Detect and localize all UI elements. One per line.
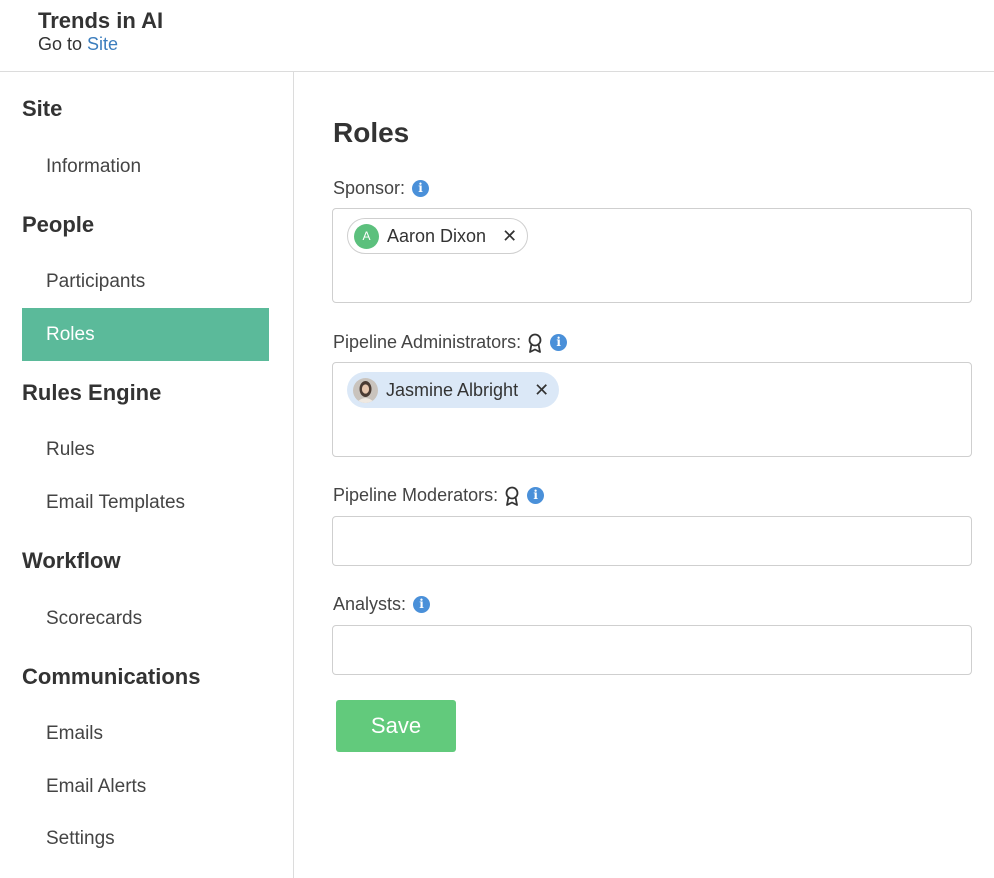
go-to-label: Go to: [38, 34, 83, 54]
sidebar-section-workflow: Workflow: [22, 548, 121, 573]
sidebar: Site Information People Participants Rol…: [0, 72, 294, 878]
ribbon-icon: [528, 333, 542, 353]
page-title: Roles: [333, 117, 410, 148]
sidebar-item-roles[interactable]: Roles: [22, 308, 269, 361]
ribbon-icon: [505, 486, 519, 506]
sidebar-item-emails[interactable]: Emails: [22, 707, 269, 760]
sidebar-item-participants[interactable]: Participants: [22, 255, 269, 308]
info-icon[interactable]: i: [527, 487, 545, 504]
info-icon[interactable]: i: [413, 596, 431, 613]
sidebar-item-rules[interactable]: Rules: [22, 423, 269, 476]
pipeline-admin-chip: Jasmine Albright ✕: [347, 372, 560, 408]
pipeline-admins-label-text: Pipeline Administrators:: [333, 332, 522, 352]
sponsor-label-text: Sponsor:: [333, 178, 406, 198]
sidebar-section-site: Site: [22, 96, 63, 121]
sponsor-field[interactable]: A Aaron Dixon ✕: [332, 208, 972, 303]
avatar: A: [354, 223, 379, 249]
chip-name: Aaron Dixon: [387, 225, 487, 246]
pipeline-moderators-label: Pipeline Moderators: i: [333, 485, 545, 506]
analysts-label: Analysts: i: [333, 594, 431, 615]
site-title: Trends in AI: [38, 8, 164, 33]
sidebar-item-email-templates[interactable]: Email Templates: [22, 476, 269, 529]
sponsor-chip: A Aaron Dixon ✕: [347, 218, 529, 254]
close-icon[interactable]: ✕: [534, 380, 549, 401]
go-to-site: Go to Site: [38, 34, 118, 55]
sidebar-item-settings[interactable]: Settings: [22, 812, 269, 865]
avatar: [353, 377, 378, 403]
pipeline-admins-label: Pipeline Administrators: i: [333, 332, 568, 353]
chip-name: Jasmine Albright: [386, 379, 519, 400]
main-content: Roles Sponsor: i A Aaron Dixon ✕ Pipelin…: [294, 72, 994, 878]
pipeline-moderators-field[interactable]: [332, 516, 972, 566]
site-link[interactable]: Site: [87, 34, 118, 54]
info-icon[interactable]: i: [412, 180, 430, 197]
sponsor-label: Sponsor: i: [333, 178, 430, 199]
analysts-label-text: Analysts:: [333, 594, 407, 614]
app-header: Trends in AI Go to Site: [0, 0, 994, 72]
analysts-field[interactable]: [332, 625, 972, 675]
sidebar-item-scorecards[interactable]: Scorecards: [22, 592, 269, 645]
info-icon[interactable]: i: [550, 334, 568, 351]
close-icon[interactable]: ✕: [502, 226, 517, 247]
sidebar-section-communications: Communications: [22, 664, 201, 689]
sidebar-item-email-alerts[interactable]: Email Alerts: [22, 760, 269, 813]
sidebar-section-people: People: [22, 212, 95, 237]
save-button[interactable]: Save: [336, 700, 456, 752]
sidebar-item-information[interactable]: Information: [22, 140, 269, 193]
pipeline-moderators-label-text: Pipeline Moderators:: [333, 485, 499, 505]
sidebar-section-rules-engine: Rules Engine: [22, 380, 162, 405]
pipeline-admins-field[interactable]: Jasmine Albright ✕: [332, 362, 972, 457]
